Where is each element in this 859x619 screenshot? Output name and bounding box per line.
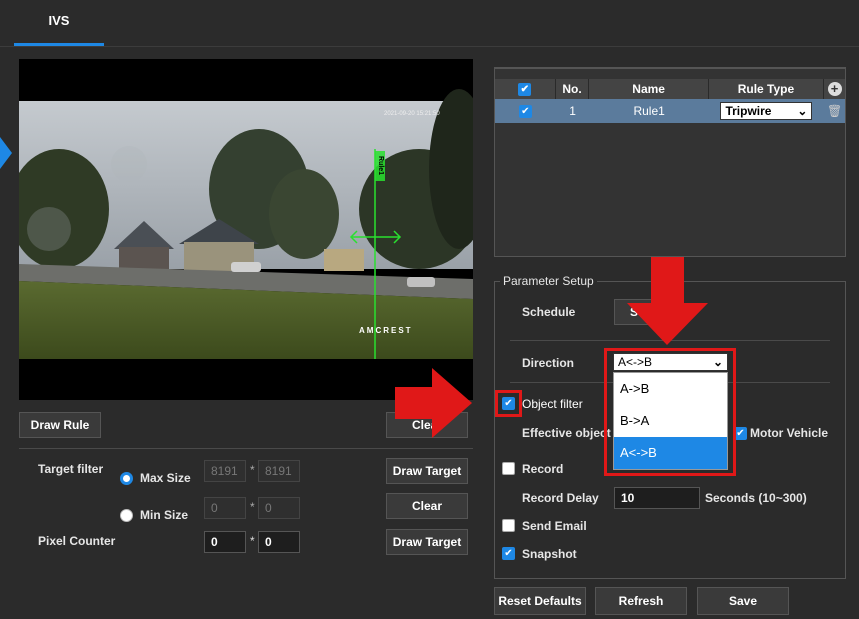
pixel-counter-label: Pixel Counter bbox=[38, 534, 116, 548]
record-delay-label: Record Delay bbox=[522, 491, 599, 505]
min-size-radio[interactable] bbox=[120, 509, 133, 522]
chevron-down-icon: ⌄ bbox=[797, 104, 808, 118]
top-tab-bar bbox=[0, 0, 859, 47]
sidebar-expand-arrow-icon[interactable] bbox=[0, 137, 12, 169]
clear-rule-button[interactable]: Clear bbox=[386, 412, 468, 438]
max-width-input[interactable]: 8191 bbox=[204, 460, 246, 482]
motor-vehicle-label: Motor Vehicle bbox=[750, 426, 829, 440]
direction-select[interactable]: A<->B ⌄ bbox=[613, 353, 728, 371]
min-height-input[interactable]: 0 bbox=[258, 497, 300, 519]
video-timestamp: 2021-09-20 15:21:50 bbox=[384, 111, 440, 117]
times-sign: * bbox=[250, 500, 255, 514]
draw-target-button[interactable]: Draw Target bbox=[386, 458, 468, 484]
save-button[interactable]: Save bbox=[697, 587, 789, 615]
tripwire-rule-label: Rule1 bbox=[377, 156, 384, 176]
header-name: Name bbox=[589, 79, 709, 99]
record-label: Record bbox=[522, 462, 564, 476]
tab-ivs[interactable]: IVS bbox=[14, 0, 104, 47]
max-size-label: Max Size bbox=[140, 471, 191, 485]
divider bbox=[510, 340, 830, 341]
pixel-height-input[interactable]: 0 bbox=[258, 531, 300, 553]
direction-option-selected[interactable]: A<->B bbox=[614, 437, 727, 469]
row-checkbox[interactable]: ✔ bbox=[518, 104, 532, 118]
tab-active-indicator bbox=[14, 43, 104, 46]
times-sign: * bbox=[250, 463, 255, 477]
min-width-input[interactable]: 0 bbox=[204, 497, 246, 519]
snapshot-label: Snapshot bbox=[522, 547, 577, 561]
rule-type-value: Tripwire bbox=[725, 104, 772, 118]
divider bbox=[19, 448, 473, 449]
direction-dropdown-list: A->B B->A A<->B bbox=[613, 372, 728, 470]
clear-target-button[interactable]: Clear bbox=[386, 493, 468, 519]
send-email-label: Send Email bbox=[522, 519, 587, 533]
row-name: Rule1 bbox=[633, 104, 665, 118]
object-filter-checkbox[interactable]: ✔ bbox=[502, 397, 515, 410]
chevron-down-icon: ⌄ bbox=[712, 355, 723, 369]
rule-table: ✔ No. Name Rule Type + ✔ 1 Rule1 Tripwir… bbox=[494, 67, 846, 257]
parameter-setup-legend: Parameter Setup bbox=[500, 274, 597, 288]
schedule-label: Schedule bbox=[522, 305, 576, 319]
draw-rule-button[interactable]: Draw Rule bbox=[19, 412, 101, 438]
pixel-width-input[interactable]: 0 bbox=[204, 531, 246, 553]
video-watermark: AMCREST bbox=[359, 326, 413, 335]
snapshot-checkbox[interactable]: ✔ bbox=[502, 547, 515, 560]
record-checkbox[interactable] bbox=[502, 462, 515, 475]
draw-target-pixel-button[interactable]: Draw Target bbox=[386, 529, 468, 555]
video-preview[interactable]: Rule1 2021-09-20 15:21:50 AMCREST bbox=[19, 59, 473, 400]
reset-defaults-button[interactable]: Reset Defaults bbox=[494, 587, 586, 615]
header-no: No. bbox=[556, 79, 590, 99]
add-rule-icon[interactable]: + bbox=[827, 82, 842, 96]
direction-value: A<->B bbox=[618, 355, 653, 369]
rule-type-select[interactable]: Tripwire ⌄ bbox=[720, 102, 813, 120]
send-email-checkbox[interactable] bbox=[502, 519, 515, 532]
schedule-button[interactable]: S bbox=[614, 299, 654, 325]
max-size-radio[interactable] bbox=[120, 472, 133, 485]
target-filter-label: Target filter bbox=[38, 462, 104, 476]
row-no: 1 bbox=[569, 104, 576, 118]
delete-icon[interactable]: 🗑 bbox=[824, 99, 845, 123]
record-delay-unit: Seconds (10~300) bbox=[705, 491, 807, 505]
direction-label: Direction bbox=[522, 356, 575, 370]
record-delay-input[interactable]: 10 bbox=[614, 487, 700, 509]
select-all-checkbox[interactable]: ✔ bbox=[518, 82, 532, 96]
times-sign: * bbox=[250, 534, 255, 548]
direction-option[interactable]: B->A bbox=[614, 405, 727, 437]
object-filter-label: Object filter bbox=[522, 397, 583, 411]
refresh-button[interactable]: Refresh bbox=[595, 587, 687, 615]
max-height-input[interactable]: 8191 bbox=[258, 460, 300, 482]
effective-object-label: Effective object bbox=[522, 426, 611, 440]
table-row[interactable]: ✔ 1 Rule1 Tripwire ⌄ 🗑 bbox=[495, 99, 845, 123]
header-rule-type: Rule Type bbox=[709, 79, 825, 99]
rule-table-header: ✔ No. Name Rule Type + bbox=[495, 79, 845, 99]
direction-option[interactable]: A->B bbox=[614, 373, 727, 405]
min-size-label: Min Size bbox=[140, 508, 189, 522]
